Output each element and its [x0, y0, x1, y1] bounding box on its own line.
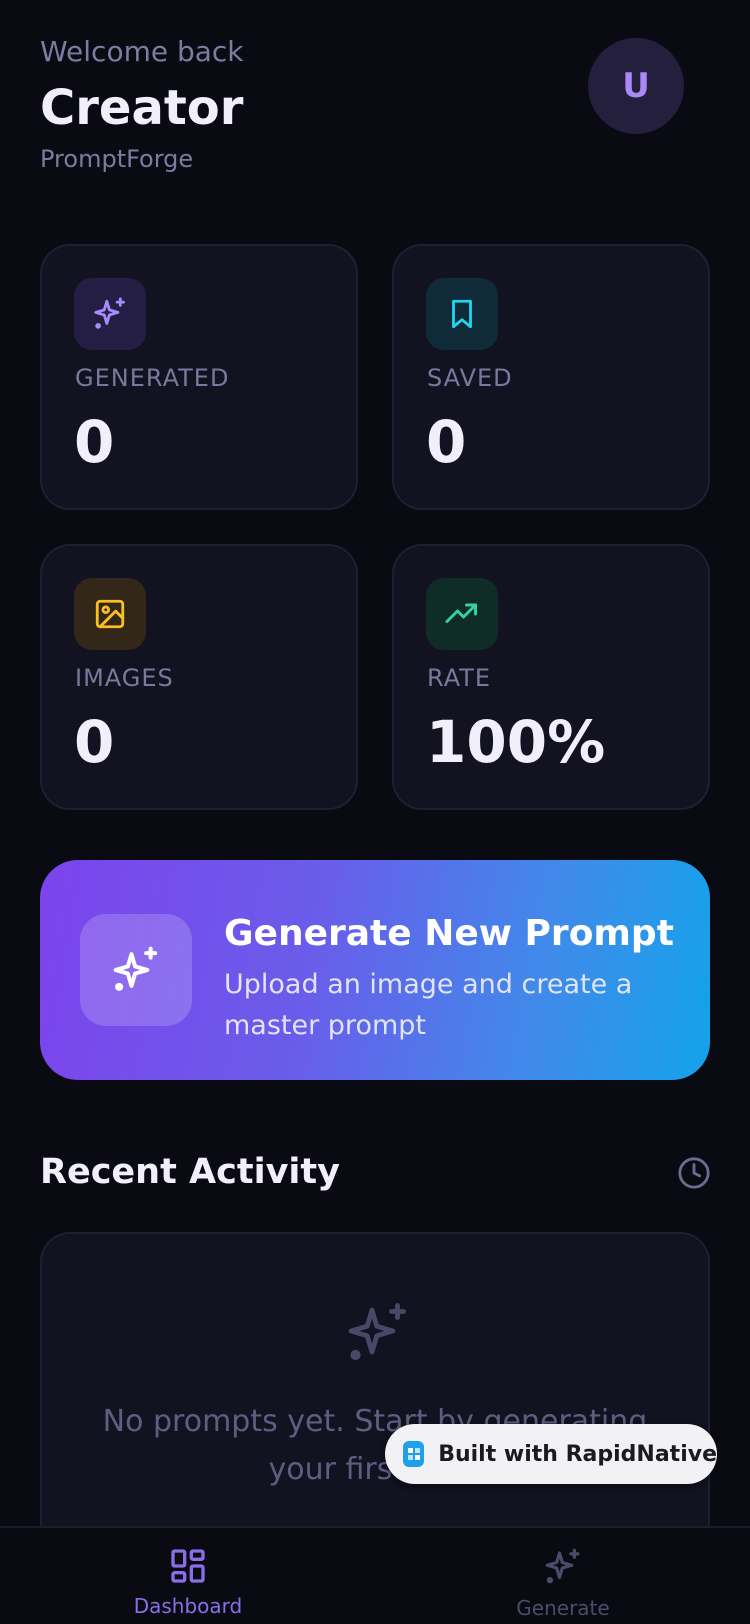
trending-up-icon	[426, 578, 498, 650]
brand-name: PromptForge	[40, 145, 194, 173]
stat-card-images[interactable]: IMAGES 0	[40, 544, 358, 810]
stat-card-generated[interactable]: GENERATED 0	[40, 244, 358, 510]
rapidnative-logo-icon	[403, 1441, 425, 1467]
sparkles-icon	[348, 1303, 406, 1361]
tab-dashboard[interactable]: Dashboard	[88, 1546, 288, 1620]
stat-value: 0	[74, 708, 115, 776]
stat-label: RATE	[427, 664, 492, 692]
tab-label: Dashboard	[133, 1594, 243, 1618]
generate-new-prompt-button[interactable]: Generate New Prompt Upload an image and …	[40, 860, 710, 1080]
sparkles-icon	[80, 914, 192, 1026]
sparkles-icon	[545, 1548, 580, 1584]
badge-text: Built with RapidNative	[438, 1441, 717, 1467]
built-with-badge[interactable]: Built with RapidNative	[385, 1424, 717, 1484]
stat-card-rate[interactable]: RATE 100%	[392, 544, 710, 810]
clock-icon[interactable]	[677, 1156, 711, 1190]
stat-label: IMAGES	[75, 664, 174, 692]
stat-label: SAVED	[427, 364, 513, 392]
stat-value: 0	[74, 408, 115, 476]
stat-value: 100%	[426, 708, 606, 776]
bottom-nav: Dashboard Generate	[0, 1526, 750, 1624]
cta-subtitle: Upload an image and create a master prom…	[224, 969, 633, 1041]
stat-card-saved[interactable]: SAVED 0	[392, 244, 710, 510]
cta-title: Generate New Prompt	[224, 913, 674, 954]
stat-label: GENERATED	[75, 364, 230, 392]
bookmark-icon	[426, 278, 498, 350]
avatar[interactable]: U	[588, 38, 684, 134]
dashboard-grid-icon	[171, 1549, 205, 1583]
tab-generate[interactable]: Generate	[463, 1546, 663, 1622]
stat-value: 0	[426, 408, 467, 476]
image-icon	[74, 578, 146, 650]
sparkles-icon	[74, 278, 146, 350]
recent-activity-title: Recent Activity	[40, 1152, 340, 1192]
tab-label: Generate	[516, 1596, 610, 1620]
dashboard-screen: Welcome back Creator PromptForge U GENER…	[0, 0, 750, 1624]
